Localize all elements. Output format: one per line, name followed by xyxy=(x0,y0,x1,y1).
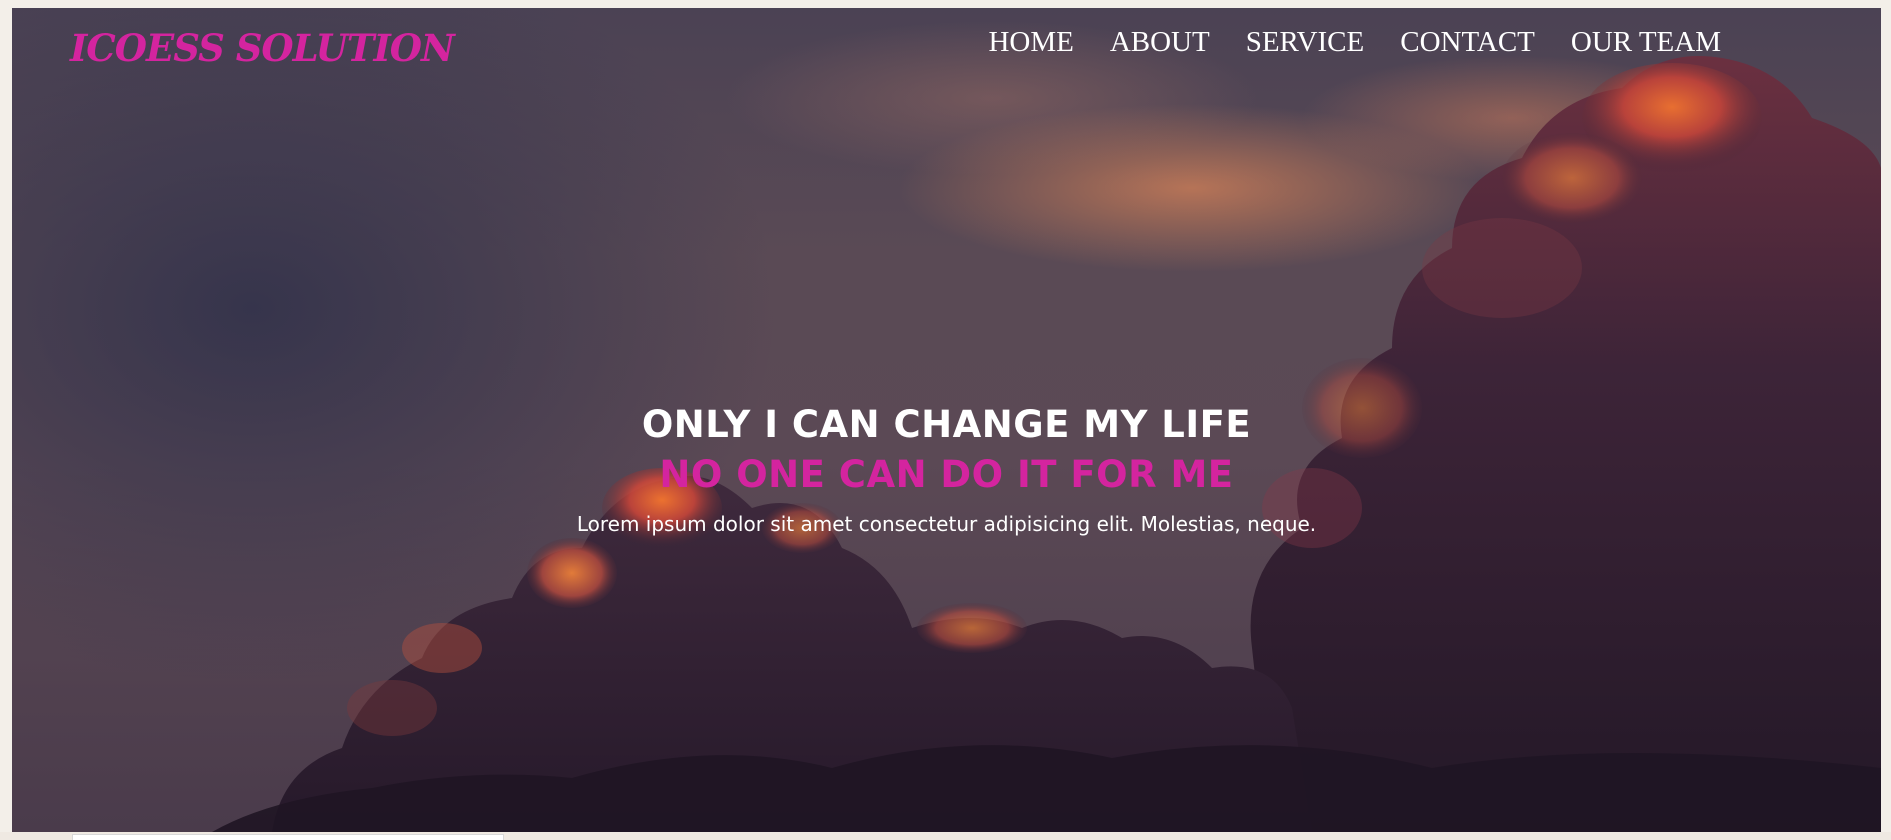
hero-text-block: ONLY I CAN CHANGE MY LIFE NO ONE CAN DO … xyxy=(12,400,1881,538)
bottom-tab xyxy=(72,834,504,840)
main-nav: HOME ABOUT SERVICE CONTACT OUR TEAM xyxy=(988,26,1721,59)
nav-item-home[interactable]: HOME xyxy=(988,26,1073,59)
hero-subheadline: NO ONE CAN DO IT FOR ME xyxy=(659,453,1234,496)
nav-item-about[interactable]: ABOUT xyxy=(1110,26,1210,59)
page: ICOESS SOLUTION HOME ABOUT SERVICE CONTA… xyxy=(0,0,1891,840)
hero-headline: ONLY I CAN CHANGE MY LIFE xyxy=(641,403,1252,446)
site-header: ICOESS SOLUTION HOME ABOUT SERVICE CONTA… xyxy=(12,8,1881,78)
hero-description: Lorem ipsum dolor sit amet consectetur a… xyxy=(576,512,1317,536)
bottom-edge xyxy=(0,832,1891,840)
nav-item-our-team[interactable]: OUR TEAM xyxy=(1571,26,1721,59)
nav-item-service[interactable]: SERVICE xyxy=(1246,26,1365,59)
nav-item-contact[interactable]: CONTACT xyxy=(1400,26,1535,59)
site-logo[interactable]: ICOESS SOLUTION xyxy=(70,26,455,70)
hero-section: ICOESS SOLUTION HOME ABOUT SERVICE CONTA… xyxy=(12,8,1881,832)
